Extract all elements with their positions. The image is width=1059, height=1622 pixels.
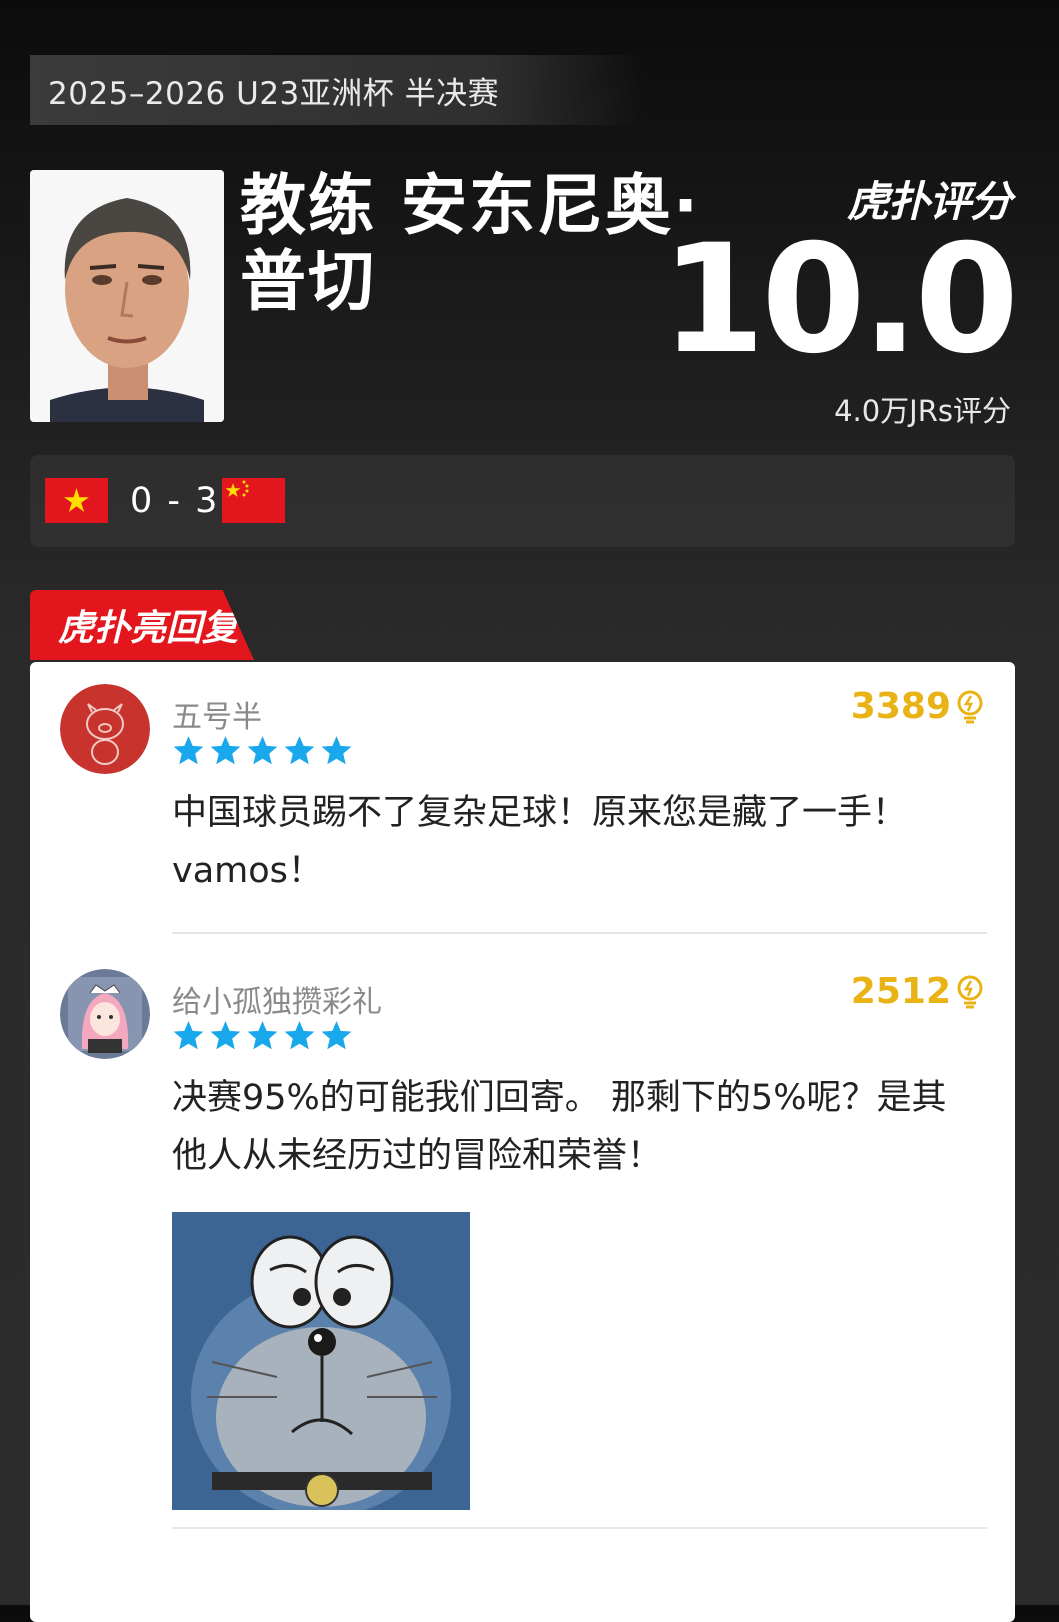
star-icon: [321, 1021, 352, 1050]
star-icon: [210, 736, 241, 765]
star-icon: [284, 736, 315, 765]
rating-count: 4.0万JRs评分: [834, 394, 1011, 428]
star-icon: [247, 1021, 278, 1050]
match-score: 0 - 3: [130, 481, 220, 521]
coach-name: 教练 安东尼奥·普切: [240, 167, 701, 320]
highlight-replies-tab: 虎扑亮回复: [30, 590, 254, 660]
lightbulb-icon[interactable]: [955, 975, 985, 1009]
star-icon: [173, 736, 204, 765]
lightbulb-icon[interactable]: [955, 690, 985, 724]
comments-card: 五号半 3389 中国球员踢不了复杂足球！原来您是藏了一手！vamos！ 给小孤…: [30, 662, 1015, 1622]
star-rating: [172, 734, 353, 767]
comment-image[interactable]: [172, 1212, 470, 1510]
comment-text: 决赛95%的可能我们回寄。 那剩下的5%呢？是其他人从未经历过的冒险和荣誉！: [172, 1078, 947, 1176]
star-icon: [321, 736, 352, 765]
avatar[interactable]: [60, 684, 150, 774]
likes-count: 3389: [850, 686, 951, 727]
china-flag-icon: [222, 478, 285, 523]
competition-label: 2025–2026 U23亚洲杯 半决赛: [48, 75, 500, 112]
likes-count: 2512: [850, 971, 951, 1012]
rating-score: 10.0: [660, 213, 1019, 387]
star-rating: [172, 1019, 353, 1052]
star-icon: [247, 736, 278, 765]
avatar[interactable]: [60, 969, 150, 1059]
username[interactable]: 给小孤独攒彩礼: [172, 977, 382, 1021]
divider: [172, 932, 987, 934]
username[interactable]: 五号半: [172, 692, 262, 736]
comment-text: 中国球员踢不了复杂足球！原来您是藏了一手！vamos！: [172, 793, 908, 891]
competition-title: 2025–2026 U23亚洲杯 半决赛: [30, 55, 645, 125]
star-icon: [173, 1021, 204, 1050]
vietnam-flag-icon: [45, 478, 108, 523]
divider: [172, 1527, 987, 1529]
coach-photo: [30, 170, 224, 422]
star-icon: [210, 1021, 241, 1050]
match-result-bar[interactable]: 0 - 3: [30, 455, 1015, 547]
star-icon: [284, 1021, 315, 1050]
